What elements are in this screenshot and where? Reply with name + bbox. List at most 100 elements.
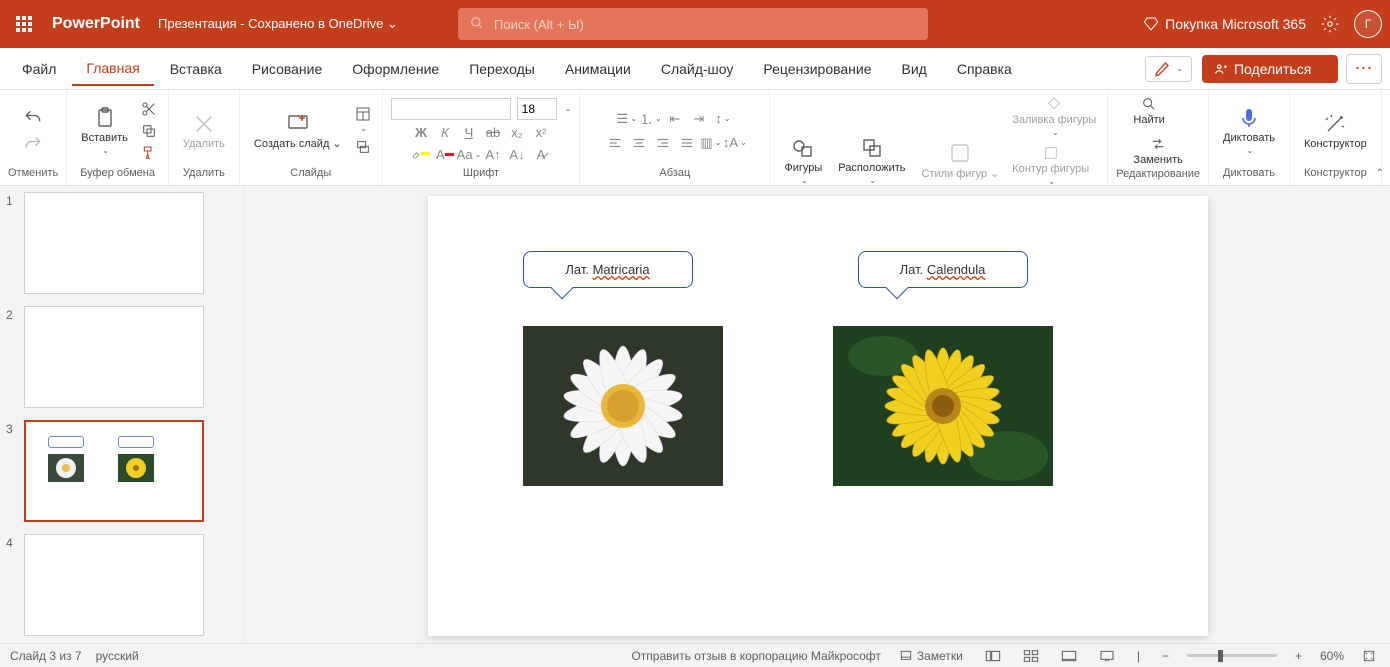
slide-canvas-area[interactable]: Лат. Matricaria Лат. Calendula — [245, 186, 1390, 643]
numbering-button[interactable]: ⒈⌄ — [642, 110, 660, 128]
tab-design[interactable]: Оформление — [338, 53, 453, 85]
slide-thumbnail-3[interactable] — [24, 420, 204, 522]
notes-button[interactable]: Заметки — [895, 649, 967, 663]
font-size-select[interactable] — [517, 98, 557, 120]
slide-counter[interactable]: Слайд 3 из 7 — [10, 649, 82, 663]
shape-styles-icon — [948, 141, 972, 165]
strikethrough-button[interactable]: ab — [484, 124, 502, 142]
group-designer: Конструктор Конструктор — [1290, 90, 1382, 185]
slide-thumbnail-2[interactable] — [24, 306, 204, 408]
tab-slideshow[interactable]: Слайд-шоу — [647, 53, 748, 85]
settings-icon[interactable] — [1320, 14, 1340, 34]
callout-matricaria[interactable]: Лат. Matricaria — [523, 251, 693, 288]
tab-view[interactable]: Вид — [888, 53, 941, 85]
superscript-button[interactable]: x² — [532, 124, 550, 142]
buy-premium-button[interactable]: Покупка Microsoft 365 — [1143, 16, 1306, 32]
user-avatar[interactable]: Г — [1354, 10, 1382, 38]
reading-view-button[interactable] — [1057, 649, 1081, 663]
normal-view-button[interactable] — [981, 649, 1005, 663]
tab-home[interactable]: Главная — [72, 52, 153, 86]
font-color-button[interactable]: А — [436, 146, 454, 164]
tab-transitions[interactable]: Переходы — [455, 53, 549, 85]
slide-thumbnail-1[interactable] — [24, 192, 204, 294]
change-case-button[interactable]: Аа⌄ — [460, 146, 478, 164]
tab-help[interactable]: Справка — [943, 53, 1026, 85]
document-title[interactable]: Презентация - Сохранено в OneDrive ⌄ — [158, 16, 398, 32]
arrange-button[interactable]: Расположить⌄ — [832, 130, 911, 190]
callout-calendula[interactable]: Лат. Calendula — [858, 251, 1028, 288]
microphone-icon — [1237, 106, 1261, 130]
find-button[interactable]: Найти — [1130, 94, 1167, 128]
tab-file[interactable]: Файл — [8, 53, 70, 85]
feedback-link[interactable]: Отправить отзыв в корпорацию Майкрософт — [631, 649, 880, 663]
slideshow-view-button[interactable] — [1095, 649, 1119, 663]
tab-animations[interactable]: Анимации — [551, 53, 645, 85]
tab-insert[interactable]: Вставка — [156, 53, 236, 85]
underline-button[interactable]: Ч — [460, 124, 478, 142]
bullets-button[interactable]: ☰⌄ — [618, 110, 636, 128]
slide-thumbnail-panel[interactable]: 1 2 3 4 — [0, 186, 245, 643]
delete-button[interactable]: Удалить — [177, 101, 231, 161]
image-matricaria[interactable] — [523, 326, 723, 486]
designer-button[interactable]: Конструктор — [1298, 101, 1373, 161]
image-calendula[interactable] — [833, 326, 1053, 486]
arrange-icon — [860, 136, 884, 160]
dictate-button[interactable]: Диктовать⌄ — [1217, 101, 1281, 161]
person-share-icon — [1214, 62, 1228, 76]
font-family-select[interactable] — [391, 98, 511, 120]
sorter-view-button[interactable] — [1019, 649, 1043, 663]
scissors-icon — [141, 101, 157, 117]
more-options-button[interactable]: ⋯ — [1346, 54, 1382, 84]
zoom-out-button[interactable]: − — [1158, 649, 1173, 663]
redo-button[interactable] — [20, 132, 46, 156]
increase-indent-button[interactable]: ⇥ — [690, 110, 708, 128]
new-slide-button[interactable]: Создать слайд ⌄ — [248, 101, 348, 161]
italic-button[interactable]: К — [436, 124, 454, 142]
zoom-level[interactable]: 60% — [1320, 649, 1344, 663]
search-input[interactable]: Поиск (Alt + Ы) — [458, 8, 928, 40]
zoom-in-button[interactable]: + — [1291, 649, 1306, 663]
decrease-indent-button[interactable]: ⇤ — [666, 110, 684, 128]
app-launcher-icon[interactable] — [8, 8, 40, 40]
group-dictate: Диктовать⌄ Диктовать — [1209, 90, 1290, 185]
align-center-button[interactable] — [630, 134, 648, 152]
line-spacing-button[interactable]: ↕⌄ — [714, 110, 732, 128]
current-slide[interactable]: Лат. Matricaria Лат. Calendula — [428, 196, 1208, 636]
shrink-font-button[interactable]: А↓ — [508, 146, 526, 164]
columns-button[interactable]: ▥⌄ — [702, 134, 720, 152]
bold-button[interactable]: Ж — [412, 124, 430, 142]
title-bar: PowerPoint Презентация - Сохранено в One… — [0, 0, 1390, 48]
layout-button[interactable]: ⌄ — [352, 104, 374, 135]
collapse-ribbon-button[interactable]: ⌃ — [1376, 168, 1384, 179]
shapes-button[interactable]: Фигуры⌄ — [778, 130, 828, 190]
clear-formatting-button[interactable]: A̷ — [532, 146, 550, 164]
group-drawing: Фигуры⌄ Расположить⌄ Стили фигур ⌄ Залив… — [770, 90, 1108, 185]
align-left-button[interactable] — [606, 134, 624, 152]
align-right-button[interactable] — [654, 134, 672, 152]
highlight-button[interactable] — [412, 146, 430, 164]
zoom-slider[interactable] — [1187, 654, 1277, 657]
tab-review[interactable]: Рецензирование — [749, 53, 885, 85]
language-indicator[interactable]: русский — [96, 649, 139, 663]
text-direction-button[interactable]: ↕A⌄ — [726, 134, 744, 152]
slide-thumbnail-4[interactable] — [24, 534, 204, 636]
share-button[interactable]: Поделиться ⌄ — [1202, 55, 1338, 83]
tab-draw[interactable]: Рисование — [238, 53, 337, 85]
duplicate-slide-button[interactable] — [352, 137, 374, 157]
fit-to-window-button[interactable] — [1358, 649, 1380, 663]
paste-button[interactable]: Вставить⌄ — [75, 101, 134, 161]
shape-styles-button[interactable]: Стили фигур ⌄ — [916, 130, 1006, 190]
fill-icon — [1046, 96, 1062, 112]
shape-fill-button[interactable]: Заливка фигуры⌄ — [1009, 94, 1099, 139]
copy-button[interactable] — [138, 121, 160, 141]
format-painter-button[interactable] — [138, 143, 160, 163]
subscript-button[interactable]: x₂ — [508, 124, 526, 142]
undo-button[interactable] — [20, 106, 46, 130]
grow-font-button[interactable]: А↑ — [484, 146, 502, 164]
shape-outline-button[interactable]: Контур фигуры⌄ — [1009, 143, 1092, 188]
justify-button[interactable] — [678, 134, 696, 152]
replace-button[interactable]: Заменить — [1130, 134, 1185, 168]
cut-button[interactable] — [138, 99, 160, 119]
pen-mode-button[interactable]: ⌄ — [1145, 56, 1192, 82]
layout-icon — [355, 106, 371, 122]
